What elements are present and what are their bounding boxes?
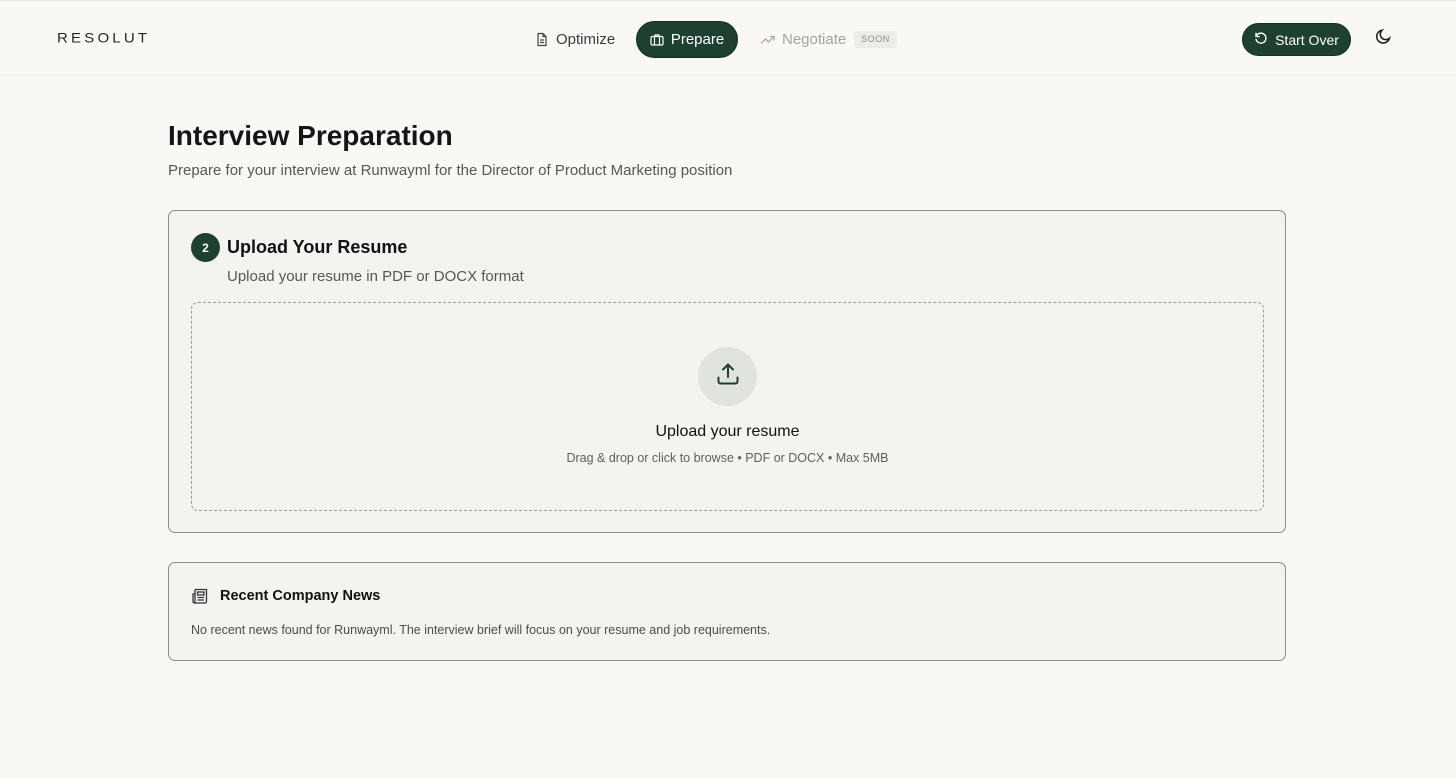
document-icon: [535, 32, 549, 47]
soon-badge: SOON: [854, 31, 897, 48]
company-news-card: Recent Company News No recent news found…: [168, 562, 1286, 661]
theme-toggle-button[interactable]: [1372, 28, 1394, 50]
resume-dropzone[interactable]: Upload your resume Drag & drop or click …: [191, 302, 1264, 511]
upload-icon: [715, 361, 741, 392]
trending-up-icon: [760, 35, 775, 45]
dropzone-title: Upload your resume: [655, 423, 800, 440]
dropzone-hint: Drag & drop or click to browse • PDF or …: [566, 451, 889, 465]
nav-item-label: Prepare: [670, 31, 725, 48]
upload-icon-circle: [698, 347, 757, 406]
main-nav: Optimize Prepare Negotiate SOON: [0, 21, 1456, 58]
start-over-label: Start Over: [1275, 31, 1339, 48]
upload-resume-card: 2 Upload Your Resume Upload your resume …: [168, 210, 1286, 533]
nav-item-negotiate: Negotiate: [760, 21, 846, 58]
newspaper-icon: [191, 587, 209, 610]
rotate-ccw-icon: [1254, 31, 1268, 48]
nav-item-label: Negotiate: [782, 31, 847, 48]
page-subtitle: Prepare for your interview at Runwayml f…: [168, 162, 733, 179]
news-card-text: No recent news found for Runwayml. The i…: [191, 623, 771, 637]
step-number-badge: 2: [191, 233, 220, 262]
upload-card-subtitle: Upload your resume in PDF or DOCX format: [227, 268, 524, 285]
news-card-title: Recent Company News: [220, 588, 381, 604]
nav-item-prepare[interactable]: Prepare: [636, 21, 738, 58]
nav-item-optimize[interactable]: Optimize: [535, 21, 615, 58]
briefcase-icon: [650, 33, 664, 46]
start-over-button[interactable]: Start Over: [1242, 23, 1351, 56]
top-navigation-bar: RESOLUT Optimize Prepare Negotiate SOON …: [0, 0, 1456, 76]
upload-card-title: Upload Your Resume: [227, 237, 408, 257]
nav-item-label: Optimize: [556, 31, 616, 48]
moon-icon: [1375, 28, 1392, 50]
page-title: Interview Preparation: [168, 120, 453, 151]
